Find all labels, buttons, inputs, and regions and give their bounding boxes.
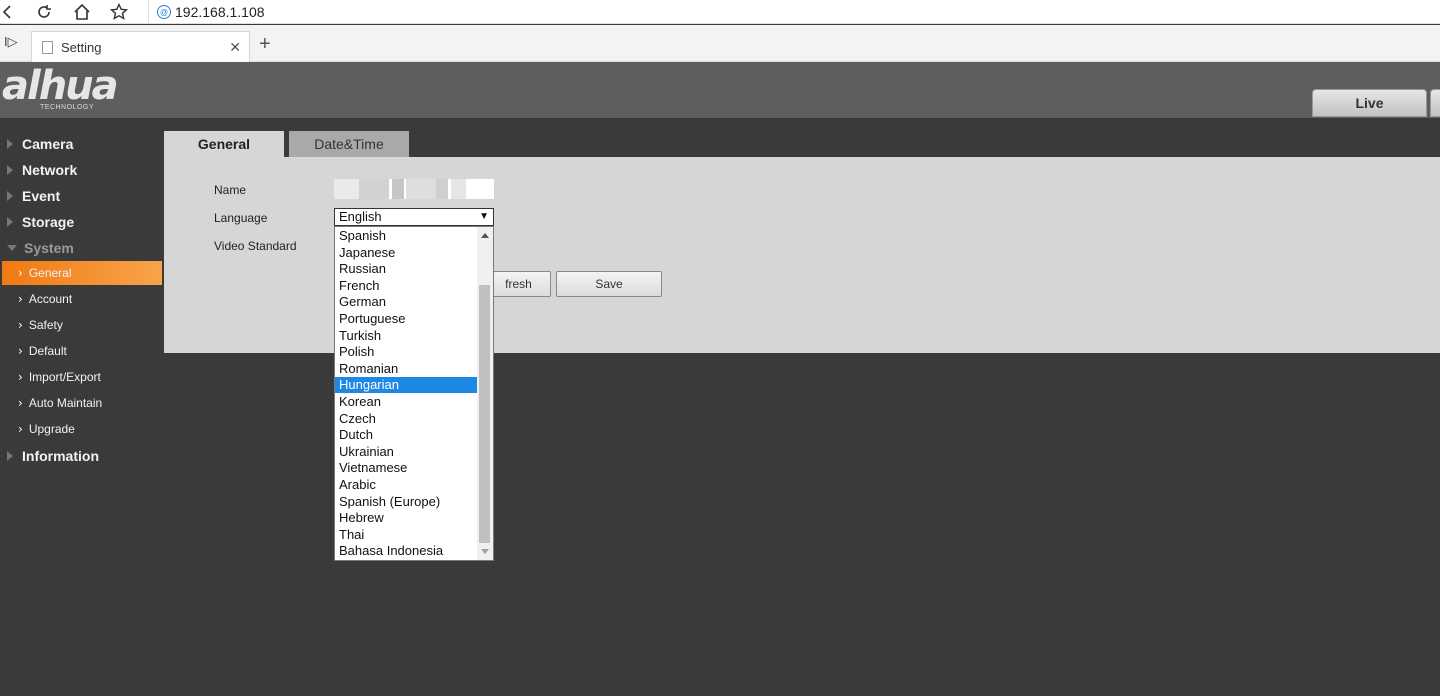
dropdown-option[interactable]: Hebrew	[335, 510, 477, 526]
language-select[interactable]: English ▼	[334, 208, 494, 226]
chevron-right-icon: ›	[18, 318, 23, 332]
next-header-tab[interactable]	[1430, 89, 1440, 117]
sidebar-label: Account	[28, 292, 73, 306]
sidebar-label: Safety	[28, 318, 63, 332]
expand-arrow-icon	[7, 139, 13, 149]
scroll-up-icon[interactable]	[481, 233, 489, 238]
browser-address-bar: @ 192.168.1.108	[0, 0, 1440, 24]
browser-tab-bar: I▷ Setting ✕ +	[0, 25, 1440, 62]
collapse-arrow-icon	[7, 245, 17, 251]
dropdown-option[interactable]: Polish	[335, 344, 477, 360]
dropdown-option[interactable]: Hungarian	[335, 377, 477, 394]
scrollbar-thumb[interactable]	[479, 285, 490, 543]
expand-arrow-icon	[7, 165, 13, 175]
sidebar-item-auto-maintain[interactable]: › Auto Maintain	[2, 391, 162, 415]
sidebar-label: General	[28, 266, 72, 280]
expand-arrow-icon	[7, 191, 13, 201]
chevron-right-icon: ›	[18, 396, 23, 410]
chevron-right-icon: ›	[18, 422, 23, 436]
home-icon[interactable]	[70, 0, 94, 24]
tab-general[interactable]: General	[164, 131, 284, 157]
star-icon[interactable]	[107, 0, 131, 24]
sidebar-label: System	[24, 240, 74, 256]
dropdown-option[interactable]: Spanish (Europe)	[335, 494, 477, 510]
site-icon: @	[157, 5, 171, 19]
dropdown-option[interactable]: Spanish	[335, 228, 477, 244]
expand-arrow-icon	[7, 217, 13, 227]
sidebar-toggle-icon[interactable]: I▷	[4, 34, 18, 50]
url-text: 192.168.1.108	[175, 4, 265, 20]
sidebar-label: Upgrade	[28, 422, 75, 436]
sidebar-item-system[interactable]: System	[0, 235, 164, 261]
chevron-right-icon: ›	[18, 266, 23, 280]
sidebar-item-account[interactable]: › Account	[2, 287, 162, 311]
tab-date-time[interactable]: Date&Time	[289, 131, 409, 157]
sidebar-label: Storage	[22, 214, 75, 230]
scroll-down-icon[interactable]	[481, 549, 489, 554]
reload-icon[interactable]	[32, 0, 56, 24]
chevron-right-icon: ›	[18, 370, 23, 384]
sidebar-label: Import/Export	[28, 370, 101, 384]
dropdown-arrow-icon: ▼	[479, 211, 489, 222]
sidebar-label: Default	[28, 344, 67, 358]
dropdown-option[interactable]: Vietnamese	[335, 460, 477, 476]
sidebar-item-safety[interactable]: › Safety	[2, 313, 162, 337]
logo-text: alhua	[2, 63, 119, 109]
sidebar-label: Auto Maintain	[28, 396, 103, 410]
back-icon[interactable]	[0, 0, 20, 24]
language-dropdown-list: Bahasa Indonesia Thai Hebrew Spanish (Europ…	[334, 226, 494, 561]
dropdown-option[interactable]: German	[335, 294, 477, 310]
app-header: alhua TECHNOLOGY Live	[0, 62, 1440, 118]
sidebar-item-information[interactable]: Information	[0, 443, 164, 469]
logo-subtext: TECHNOLOGY	[40, 104, 95, 111]
browser-tab[interactable]: Setting ✕	[31, 31, 250, 62]
dahua-logo: alhua TECHNOLOGY	[2, 63, 119, 111]
dropdown-option[interactable]: Turkish	[335, 328, 477, 344]
tab-title: Setting	[61, 39, 102, 55]
dropdown-option[interactable]: Korean	[335, 394, 477, 410]
sidebar-item-camera[interactable]: Camera	[0, 131, 164, 157]
sidebar-item-general[interactable]: › General	[2, 261, 162, 285]
dropdown-option[interactable]: Arabic	[335, 477, 477, 493]
chevron-right-icon: ›	[18, 292, 23, 306]
sidebar-label: Camera	[22, 136, 74, 152]
video-standard-label: Video Standard	[214, 239, 297, 253]
chevron-right-icon: ›	[18, 344, 23, 358]
new-tab-icon[interactable]: +	[259, 33, 271, 56]
url-field[interactable]: @ 192.168.1.108	[148, 0, 265, 24]
dropdown-option[interactable]: Dutch	[335, 427, 477, 443]
dropdown-option[interactable]: Bahasa Indonesia	[335, 543, 477, 559]
dropdown-option[interactable]: Thai	[335, 527, 477, 543]
dropdown-option[interactable]: Romanian	[335, 361, 477, 377]
name-field[interactable]	[334, 179, 494, 199]
name-label: Name	[214, 183, 247, 197]
sidebar-item-event[interactable]: Event	[0, 183, 164, 209]
close-icon[interactable]: ✕	[229, 39, 241, 56]
sidebar-item-import-export[interactable]: › Import/Export	[2, 365, 162, 389]
expand-arrow-icon	[7, 451, 13, 461]
dropdown-scrollbar[interactable]	[477, 227, 493, 560]
dropdown-option[interactable]: Ukrainian	[335, 444, 477, 460]
save-button[interactable]: Save	[556, 271, 662, 297]
sidebar-item-default[interactable]: › Default	[2, 339, 162, 363]
page-icon	[42, 40, 53, 54]
dropdown-option[interactable]: Czech	[335, 411, 477, 427]
sidebar-label: Event	[22, 188, 61, 204]
language-label: Language	[214, 211, 268, 225]
dropdown-option[interactable]: French	[335, 278, 477, 294]
dropdown-option[interactable]: Portuguese	[335, 311, 477, 327]
dropdown-option[interactable]: Japanese	[335, 245, 477, 261]
sidebar-item-network[interactable]: Network	[0, 157, 164, 183]
dropdown-option[interactable]: Russian	[335, 261, 477, 277]
sidebar-label: Network	[22, 162, 78, 178]
sidebar-item-upgrade[interactable]: › Upgrade	[2, 417, 162, 441]
sidebar-label: Information	[22, 448, 99, 464]
live-tab[interactable]: Live	[1312, 89, 1427, 117]
sidebar-item-storage[interactable]: Storage	[0, 209, 164, 235]
language-selected-value: English	[339, 209, 382, 224]
